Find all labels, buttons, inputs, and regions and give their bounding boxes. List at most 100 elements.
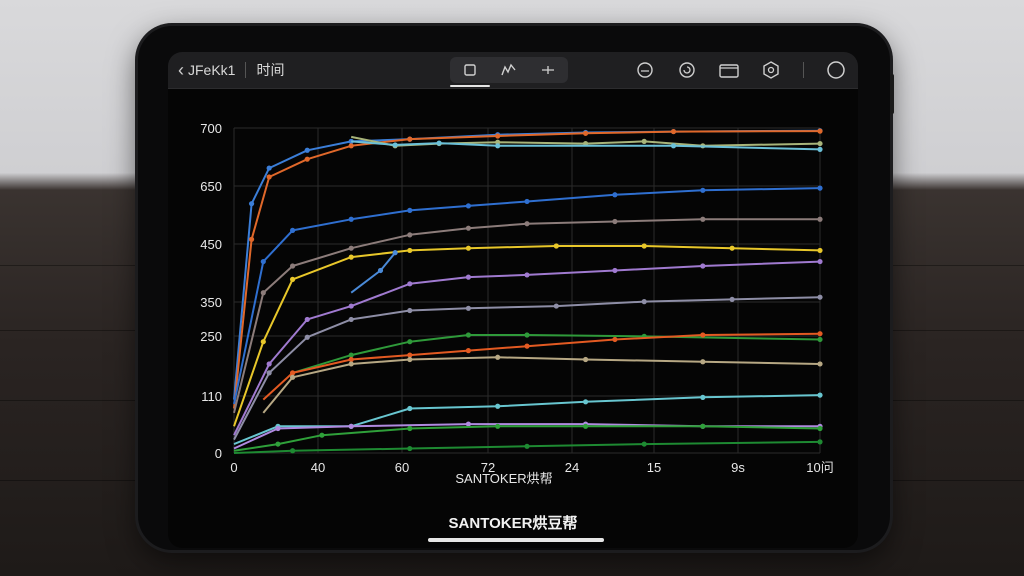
series-point-14 [348, 423, 354, 429]
series-point-12 [700, 359, 706, 365]
series-point-16 [817, 439, 823, 445]
series-point-1 [248, 236, 255, 242]
series-point-10 [465, 332, 471, 338]
tablet-screen: ‹ JFeKk1 时间 700 650 450 350 250 110 0 0 … [168, 52, 858, 548]
series-point-13 [700, 394, 706, 400]
series-point-9 [407, 307, 413, 314]
series-point-5 [700, 216, 706, 222]
toolbar-divider-right [803, 62, 804, 78]
series-point-16 [290, 448, 296, 454]
series-point-11 [407, 352, 413, 358]
series-point-1 [266, 174, 272, 180]
series-point-4 [260, 258, 266, 265]
back-button[interactable]: ‹ JFeKk1 [178, 60, 235, 81]
series-point-1 [583, 130, 589, 136]
chevron-left-icon: ‹ [178, 59, 184, 80]
series-point-2 [817, 140, 823, 147]
series-point-9 [553, 303, 559, 309]
page-title: 时间 [256, 62, 285, 78]
series-point-8 [304, 316, 310, 323]
series-point-0 [248, 201, 255, 207]
series-point-8 [348, 303, 354, 309]
y-tick-label: 350 [200, 295, 222, 310]
series-point-7 [377, 267, 384, 274]
series-point-3 [670, 143, 677, 149]
series-point-13 [583, 399, 589, 405]
series-point-1 [817, 128, 823, 134]
series-point-13 [817, 392, 823, 398]
series-point-4 [407, 207, 413, 213]
series-point-16 [407, 445, 413, 452]
series-point-8 [465, 274, 471, 280]
series-point-1 [348, 143, 354, 149]
chart-series [233, 128, 823, 454]
series-point-4 [524, 198, 530, 205]
series-point-14 [275, 425, 281, 432]
view-segmented-control [449, 57, 568, 87]
device-view-button[interactable] [449, 59, 490, 87]
top-toolbar: ‹ JFeKk1 时间 [168, 52, 858, 89]
y-tick-label: 450 [200, 237, 222, 252]
y-tick-label: 650 [200, 179, 222, 194]
side-button [890, 74, 894, 114]
crosshair-view-button[interactable] [530, 59, 566, 81]
refresh-button[interactable] [677, 60, 697, 80]
profile-button[interactable] [826, 60, 846, 80]
timer-button[interactable] [635, 60, 655, 80]
series-point-5 [817, 216, 823, 222]
series-point-10 [817, 336, 823, 343]
series-point-9 [817, 294, 823, 300]
series-point-6 [641, 243, 647, 249]
series-point-1 [407, 136, 413, 142]
series-point-11 [700, 332, 706, 338]
series-point-3 [817, 146, 823, 152]
series-point-12 [583, 356, 589, 363]
x-tick-label: 40 [311, 460, 325, 475]
series-point-1 [670, 128, 677, 135]
series-point-4 [290, 227, 296, 233]
y-tick-label: 110 [201, 389, 222, 404]
x-tick-label: 15 [647, 460, 661, 475]
settings-button[interactable] [761, 60, 781, 80]
series-point-8 [524, 272, 530, 278]
series-point-5 [612, 218, 618, 225]
x-tick-label: 24 [565, 460, 579, 475]
series-point-0 [266, 165, 272, 171]
series-point-6 [817, 247, 823, 254]
series-point-5 [290, 263, 296, 269]
roast-curve-chart[interactable]: 7006504503502501100 0 40 60 72 24 15 9s 10问 SAN… [168, 88, 858, 498]
device-icon [463, 64, 476, 76]
series-point-6 [465, 245, 471, 251]
x-tick-label: 9s [731, 460, 745, 475]
series-point-15 [275, 441, 281, 447]
series-line-10 [292, 334, 821, 374]
series-point-12 [407, 356, 413, 363]
series-point-7 [392, 250, 398, 256]
y-tick-label: 250 [200, 329, 222, 344]
series-point-2 [641, 138, 647, 144]
series-point-11 [290, 370, 296, 376]
series-point-9 [266, 370, 272, 376]
series-point-10 [348, 352, 354, 358]
refresh-icon [679, 62, 695, 78]
series-point-4 [700, 187, 706, 193]
curve-icon [501, 63, 516, 76]
toolbar-divider [245, 62, 247, 78]
series-point-10 [524, 332, 530, 338]
series-point-4 [348, 216, 354, 222]
series-point-11 [612, 336, 618, 343]
series-point-15 [495, 423, 501, 429]
series-point-12 [348, 361, 354, 367]
series-point-12 [817, 361, 823, 367]
toolbar-actions [635, 52, 846, 88]
curve-view-button[interactable] [491, 59, 527, 81]
home-indicator[interactable] [428, 538, 604, 542]
folder-button[interactable] [719, 60, 739, 80]
series-point-1 [304, 156, 310, 162]
timer-icon [637, 62, 653, 78]
series-point-8 [700, 263, 706, 269]
x-tick-label: 0 [230, 460, 237, 475]
series-point-15 [817, 425, 823, 432]
series-point-9 [641, 299, 647, 305]
series-line-9 [233, 296, 821, 441]
